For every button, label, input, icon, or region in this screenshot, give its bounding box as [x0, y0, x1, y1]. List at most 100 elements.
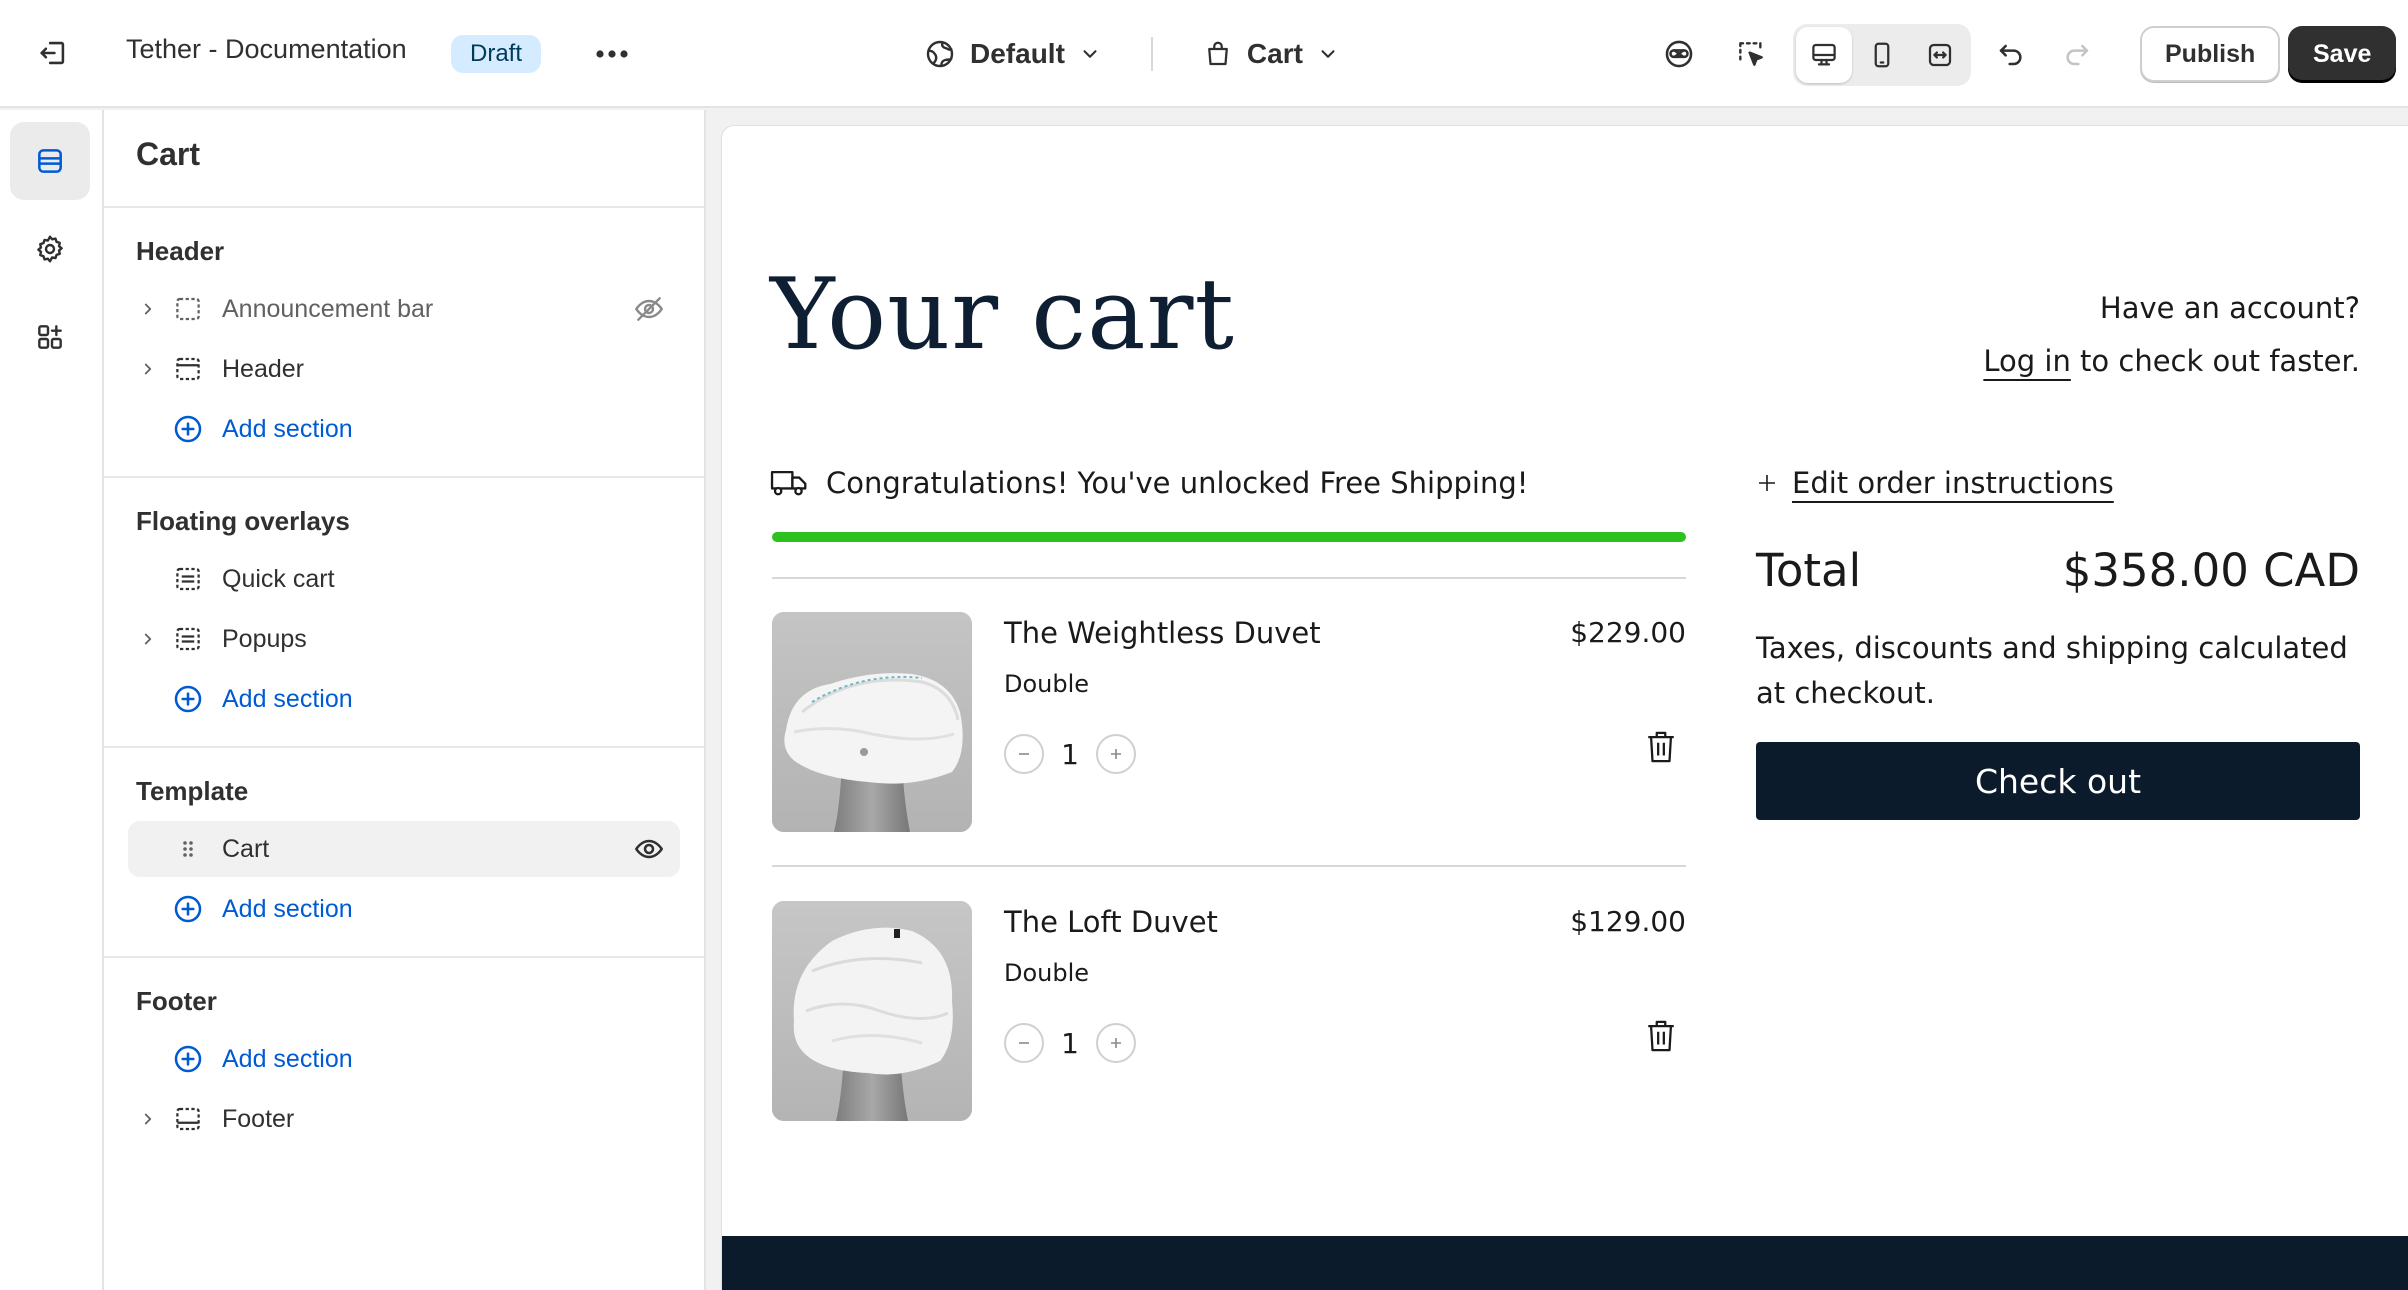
quantity-value[interactable]: 1: [1060, 738, 1080, 771]
desktop-view-button[interactable]: [1796, 27, 1852, 83]
hidden-eye-icon[interactable]: [624, 293, 674, 325]
section-row-label: Popups: [222, 624, 307, 653]
section-row-label: Header: [222, 354, 304, 383]
quantity-value[interactable]: 1: [1060, 1027, 1080, 1060]
remove-item-button[interactable]: [1644, 728, 1678, 766]
login-link[interactable]: Log in: [1983, 344, 2070, 378]
chevron-right-icon[interactable]: [128, 300, 168, 318]
add-section-button[interactable]: Add section: [128, 401, 680, 457]
product-image-weightless-duvet[interactable]: [772, 612, 972, 832]
divider: [104, 746, 704, 748]
product-name[interactable]: The Weightless Duvet: [1004, 616, 1321, 650]
mobile-icon: [1867, 40, 1897, 70]
add-section-button[interactable]: Add section: [128, 1031, 680, 1087]
total-value: $358.00 CAD: [2062, 544, 2360, 597]
plus-circle-icon: [168, 893, 208, 925]
divider: [104, 956, 704, 958]
cart-divider: [772, 865, 1686, 867]
drag-handle-icon[interactable]: [168, 837, 208, 861]
more-actions-button[interactable]: [584, 30, 640, 78]
section-row-quick-cart[interactable]: Quick cart: [128, 551, 680, 607]
settings-icon: [34, 233, 66, 265]
plus-circle-icon: [168, 413, 208, 445]
rail-sections-button[interactable]: [10, 122, 90, 200]
quantity-increase-button[interactable]: [1096, 1023, 1136, 1063]
more-icon: [595, 49, 629, 59]
section-row-label: Quick cart: [222, 564, 335, 593]
select-element-icon: [1735, 38, 1767, 70]
product-image-loft-duvet[interactable]: [772, 901, 972, 1121]
storefront-preview: Your cart Have an account? Log in to che…: [722, 126, 2408, 1290]
shipping-progress-bar: [772, 532, 1686, 542]
section-row-cart[interactable]: Cart: [128, 821, 680, 877]
login-suffix: to check out faster.: [2070, 344, 2360, 378]
section-row-announcement-bar[interactable]: Announcement bar: [128, 281, 680, 337]
rail-apps-button[interactable]: [10, 298, 90, 376]
add-section-label: Add section: [222, 414, 353, 443]
device-preview-toggle: [1793, 24, 1971, 86]
sidebar-title: Cart: [136, 136, 201, 172]
section-row-popups[interactable]: Popups: [128, 611, 680, 667]
page-dropdown[interactable]: Cart: [1189, 24, 1353, 84]
redo-button[interactable]: [2048, 25, 2106, 83]
rail-settings-button[interactable]: [10, 210, 90, 288]
plus-icon: [1756, 472, 1778, 494]
chevron-right-icon[interactable]: [128, 1110, 168, 1128]
sections-icon: [34, 145, 66, 177]
section-row-label: Cart: [222, 834, 270, 863]
trash-icon: [1644, 1017, 1678, 1055]
section-row-header[interactable]: Header: [128, 341, 680, 397]
inspector-icon: [1662, 37, 1696, 71]
eye-icon[interactable]: [624, 833, 674, 865]
trash-icon: [1644, 728, 1678, 766]
group-heading-header: Header: [136, 236, 225, 266]
apps-icon: [34, 321, 66, 353]
shipping-message-text: Congratulations! You've unlocked Free Sh…: [826, 466, 1529, 500]
chevron-right-icon[interactable]: [128, 630, 168, 648]
group-heading-template: Template: [136, 776, 249, 806]
plus-circle-icon: [168, 1043, 208, 1075]
mobile-view-button[interactable]: [1854, 27, 1910, 83]
section-row-label: Announcement bar: [222, 294, 434, 323]
exit-button[interactable]: [24, 26, 82, 80]
undo-button[interactable]: [1982, 25, 2040, 83]
section-row-label: Footer: [222, 1104, 295, 1133]
top-bar: Tether - Documentation Draft Default Car…: [0, 0, 2408, 108]
overlay-section-icon: [168, 624, 208, 654]
exit-icon: [36, 36, 70, 70]
cart-page-title: Your cart: [770, 258, 1235, 372]
add-section-button[interactable]: Add section: [128, 671, 680, 727]
section-icon: [168, 294, 208, 324]
theme-dropdown-label: Default: [970, 38, 1065, 69]
header-section-icon: [168, 354, 208, 384]
save-button[interactable]: Save: [2288, 26, 2397, 82]
fullwidth-view-button[interactable]: [1912, 27, 1968, 83]
group-heading-floating-overlays: Floating overlays: [136, 506, 350, 536]
section-row-footer[interactable]: Footer: [128, 1091, 680, 1147]
add-section-button[interactable]: Add section: [128, 881, 680, 937]
icon-rail: [0, 110, 104, 1290]
quantity-increase-button[interactable]: [1096, 734, 1136, 774]
publish-button[interactable]: Publish: [2140, 26, 2281, 82]
quantity-decrease-button[interactable]: [1004, 734, 1044, 774]
remove-item-button[interactable]: [1644, 1017, 1678, 1055]
chevron-down-icon: [1317, 43, 1339, 65]
quantity-decrease-button[interactable]: [1004, 1023, 1044, 1063]
truck-icon: [770, 467, 808, 499]
history-controls: [1982, 25, 2106, 83]
desktop-icon: [1809, 40, 1839, 70]
inspector-button[interactable]: [1650, 25, 1708, 83]
total-label: Total: [1756, 544, 1862, 597]
theme-dropdown[interactable]: Default: [910, 24, 1115, 84]
bag-icon: [1203, 39, 1233, 69]
quantity-stepper: 1: [1004, 734, 1136, 774]
product-name[interactable]: The Loft Duvet: [1004, 905, 1218, 939]
checkout-button[interactable]: Check out: [1756, 742, 2360, 820]
select-element-button[interactable]: [1722, 25, 1780, 83]
divider: [104, 206, 704, 208]
group-heading-footer: Footer: [136, 986, 217, 1016]
chevron-right-icon[interactable]: [128, 360, 168, 378]
product-price: $129.00: [1570, 905, 1686, 938]
edit-order-instructions-button[interactable]: Edit order instructions: [1756, 466, 2114, 500]
page-dropdown-label: Cart: [1246, 38, 1303, 69]
